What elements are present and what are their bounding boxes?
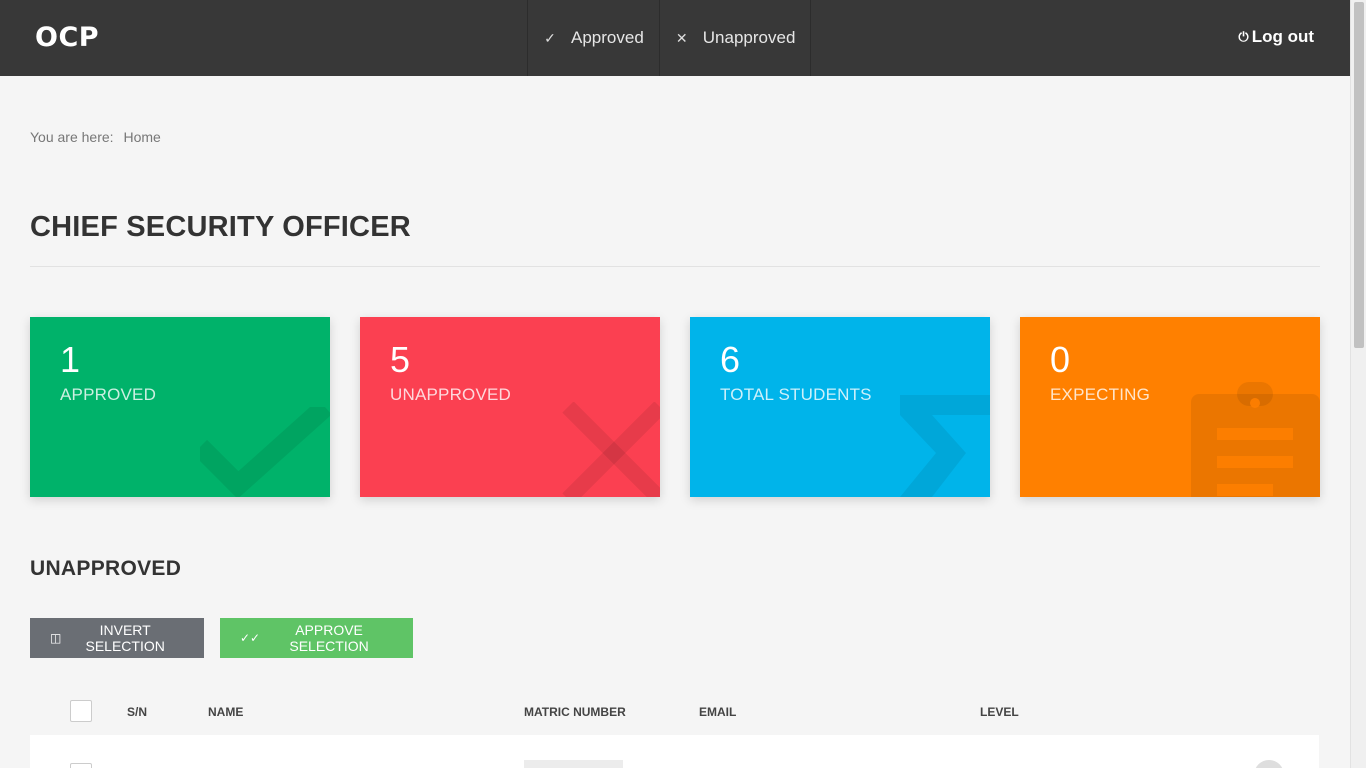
- page-title: CHIEF SECURITY OFFICER: [30, 211, 411, 243]
- power-icon: ⏻: [1238, 29, 1249, 44]
- total-students-stat-card: 6 TOTAL STUDENTS: [690, 317, 990, 497]
- column-header-sn[interactable]: S/N: [127, 705, 147, 719]
- approved-stat-card: 1 APPROVED: [30, 317, 330, 497]
- approve-selection-button[interactable]: ✓✓ APPROVE SELECTION: [220, 618, 413, 658]
- close-icon: [562, 402, 660, 497]
- main-nav: ✓ Approved ✕ Unapproved: [527, 0, 812, 76]
- stat-value: 5: [390, 339, 411, 380]
- unapproved-section-title: UNAPPROVED: [30, 557, 182, 580]
- breadcrumb: You are here: Home: [30, 129, 161, 145]
- column-header-level[interactable]: LEVEL: [980, 705, 1019, 719]
- clipboard-icon: [1191, 382, 1320, 497]
- stat-value: 0: [1050, 339, 1071, 380]
- check-icon: ✓: [544, 29, 556, 46]
- column-header-matric[interactable]: MATRIC NUMBER: [524, 705, 626, 719]
- stat-label: TOTAL STUDENTS: [720, 385, 872, 404]
- logout-label: Log out: [1251, 27, 1314, 46]
- check-icon: [200, 407, 330, 497]
- close-icon: ✕: [675, 29, 688, 46]
- approve-selection-label: APPROVE SELECTION: [289, 622, 369, 654]
- table-row[interactable]: [30, 735, 1319, 768]
- stat-label: EXPECTING: [1050, 385, 1151, 404]
- nav-unapproved[interactable]: ✕ Unapproved: [658, 0, 812, 76]
- table-header: S/N NAME MATRIC NUMBER EMAIL LEVEL: [30, 698, 1320, 726]
- page-scrollbar[interactable]: [1350, 0, 1366, 768]
- stat-label: UNAPPROVED: [390, 385, 512, 404]
- nav-approved[interactable]: ✓ Approved: [527, 0, 659, 76]
- invert-selection-label: INVERT SELECTION: [85, 622, 165, 654]
- nav-approved-label: Approved: [571, 28, 644, 47]
- double-check-icon: ✓✓: [240, 631, 261, 645]
- invert-icon: ◫: [50, 631, 62, 645]
- brand-logo[interactable]: OCP: [35, 22, 99, 53]
- row-checkbox[interactable]: [70, 763, 92, 768]
- stat-value: 1: [60, 339, 81, 380]
- logout-button[interactable]: ⏻ Log out: [1238, 27, 1314, 47]
- stat-label: APPROVED: [60, 385, 157, 404]
- row-action-button[interactable]: [1254, 760, 1284, 768]
- breadcrumb-prefix: You are here:: [30, 129, 114, 145]
- select-all-checkbox[interactable]: [70, 700, 92, 722]
- breadcrumb-home-link[interactable]: Home: [123, 129, 160, 145]
- invert-selection-button[interactable]: ◫ INVERT SELECTION: [30, 618, 204, 658]
- matric-number-cell: [524, 760, 623, 768]
- scrollbar-thumb[interactable]: [1354, 2, 1364, 348]
- title-divider: [30, 266, 1320, 267]
- nav-unapproved-label: Unapproved: [702, 28, 796, 47]
- column-header-name[interactable]: NAME: [208, 705, 243, 719]
- expecting-stat-card: 0 EXPECTING: [1020, 317, 1320, 497]
- stat-value: 6: [720, 339, 741, 380]
- unapproved-stat-card: 5 UNAPPROVED: [360, 317, 660, 497]
- column-header-email[interactable]: EMAIL: [699, 705, 736, 719]
- top-navbar: OCP ✓ Approved ✕ Unapproved ⏻ Log out: [0, 0, 1350, 76]
- sigma-icon: [900, 395, 990, 497]
